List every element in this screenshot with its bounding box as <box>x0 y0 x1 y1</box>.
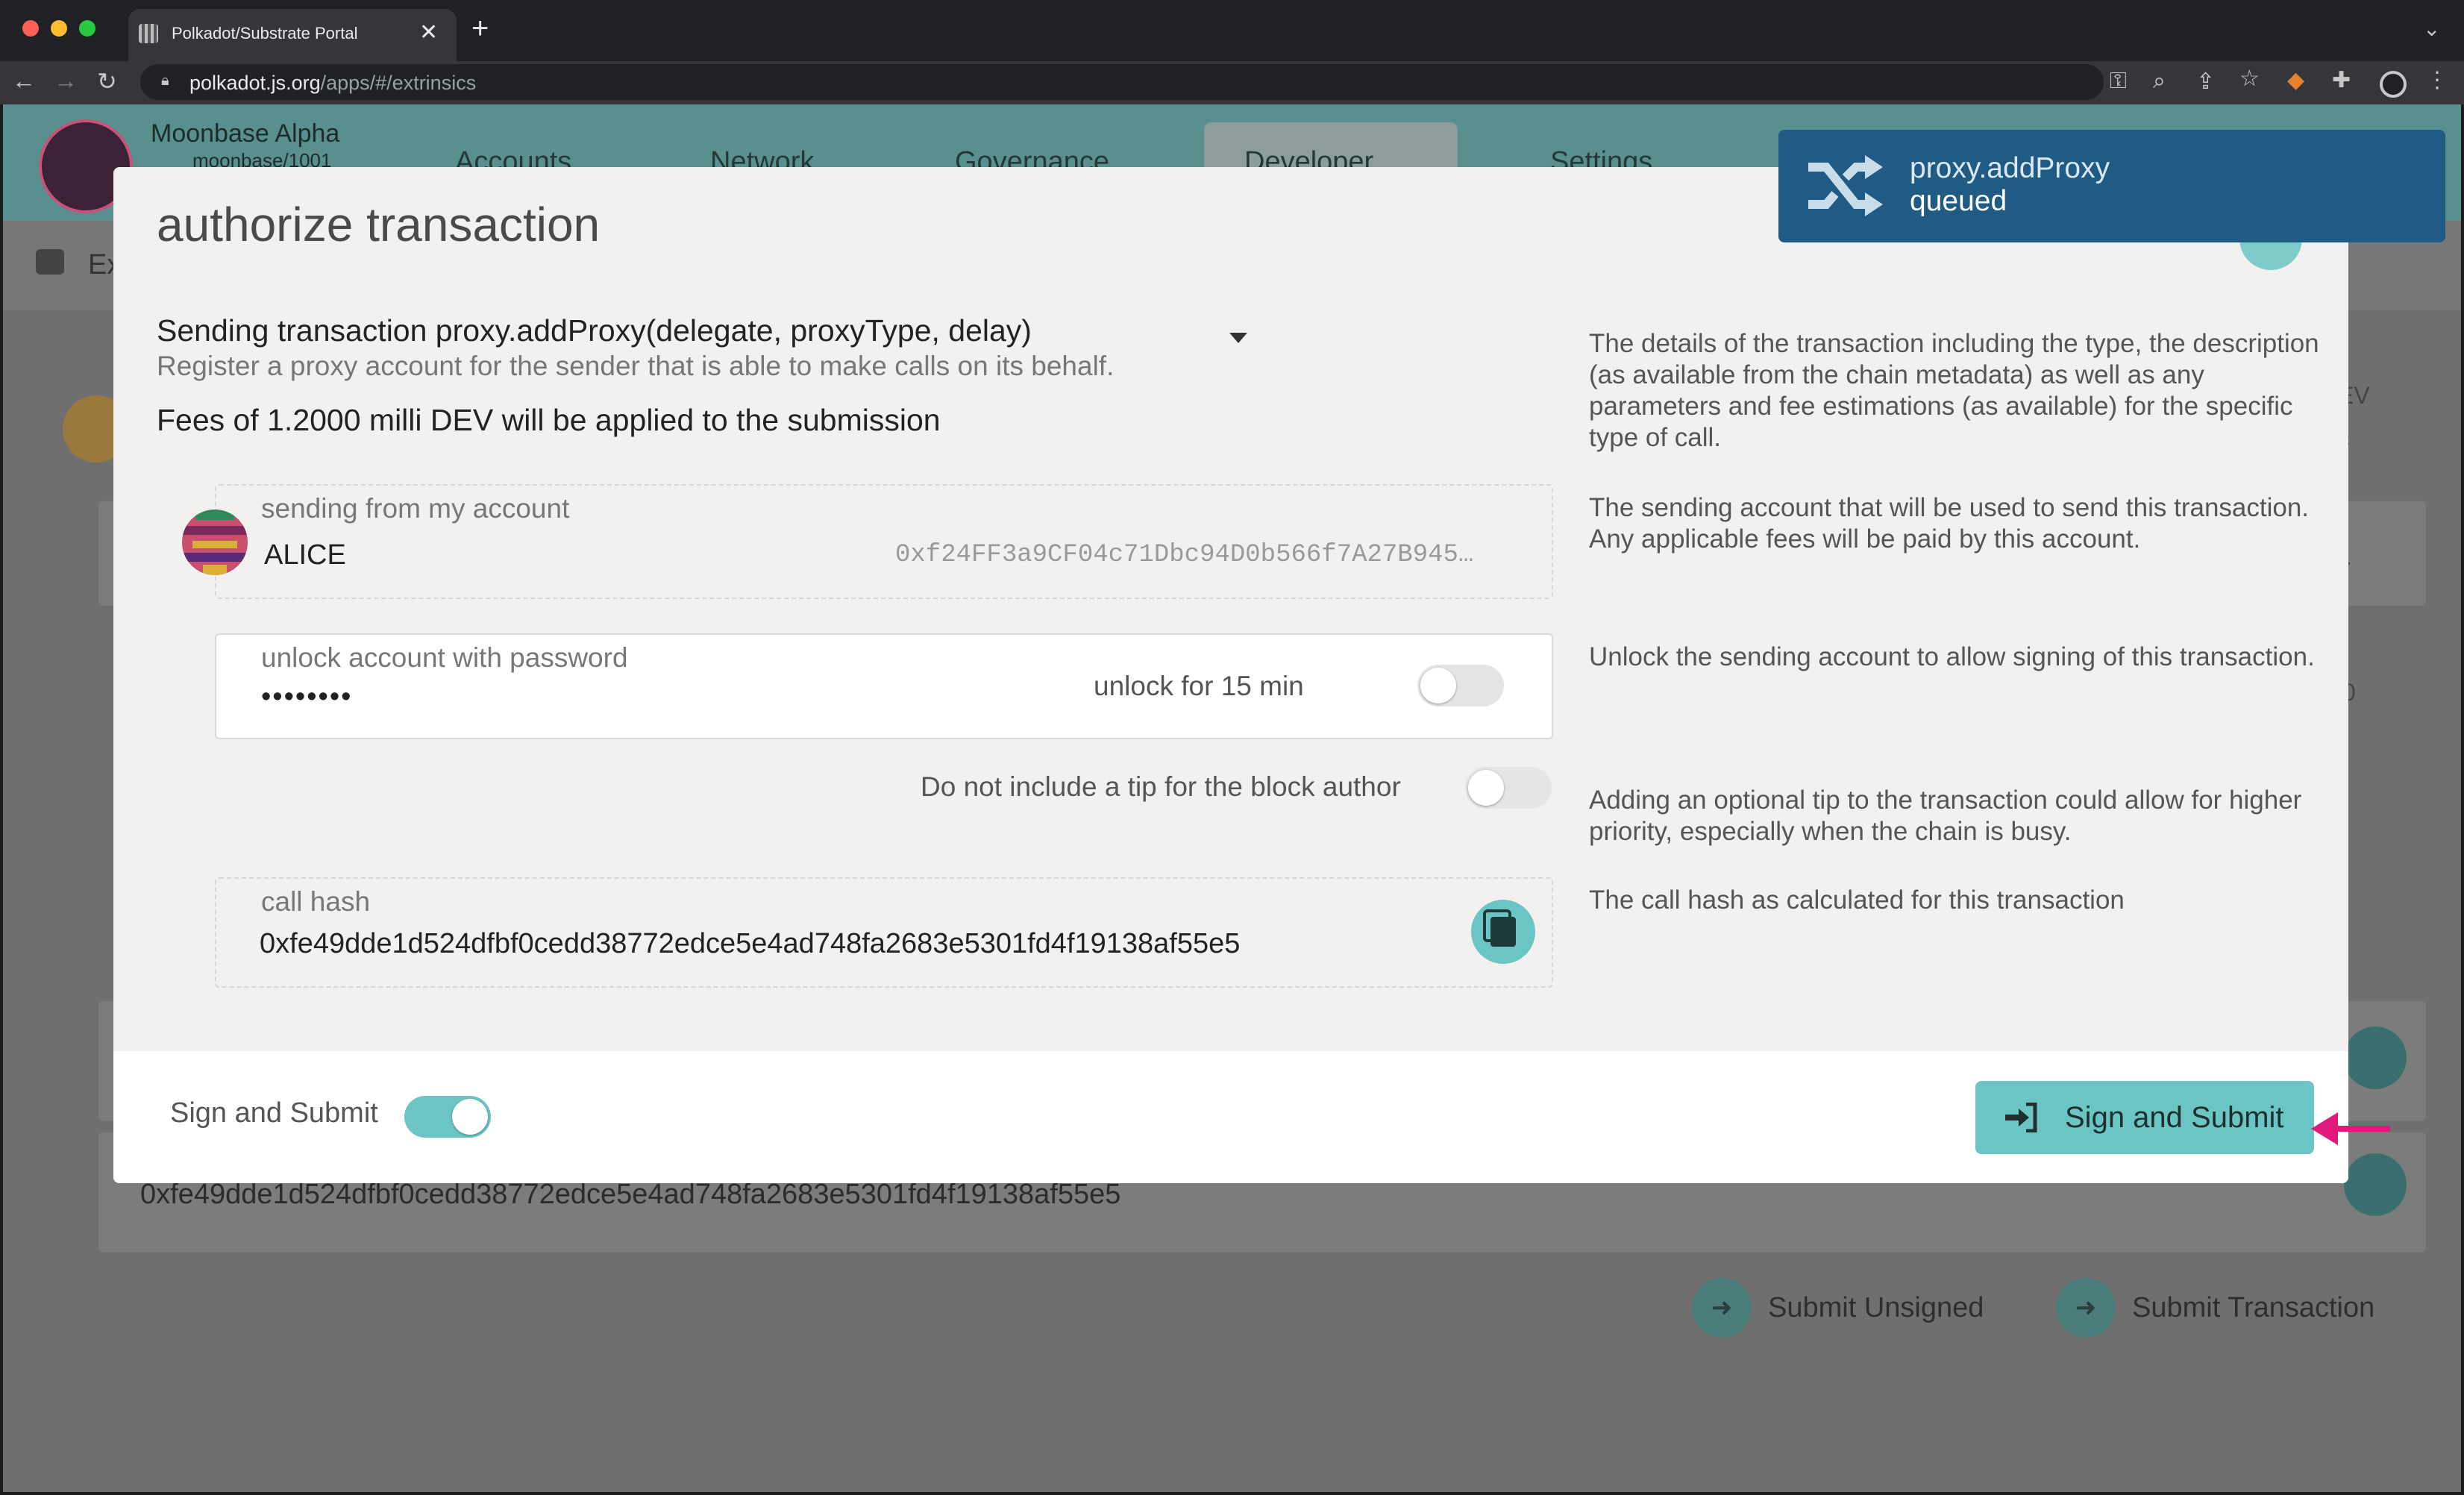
toast-status: queued <box>1910 185 2007 217</box>
submit-unsigned-label: Submit Unsigned <box>1768 1291 1984 1323</box>
call-hash-value: 0xfe49dde1d524dfbf0cedd38772edce5e4ad748… <box>260 928 1241 959</box>
submit-unsigned-button[interactable]: ➜ Submit Unsigned <box>1692 1274 1984 1341</box>
zoom-icon[interactable]: ⌕ <box>2153 69 2166 94</box>
password-input[interactable]: •••••••• <box>261 681 352 713</box>
key-icon[interactable]: ⚿ <box>2110 69 2127 94</box>
transaction-header[interactable]: Sending transaction proxy.addProxy(deleg… <box>157 313 1032 348</box>
metamask-icon[interactable]: ◆ <box>2287 67 2304 93</box>
sign-submit-toggle-label: Sign and Submit <box>170 1097 378 1129</box>
help-tip: Adding an optional tip to the transactio… <box>1589 786 2302 846</box>
account-name: ALICE <box>264 539 346 571</box>
notification-toast[interactable]: proxy.addProxy queued <box>1778 130 2445 242</box>
submit-transaction-label: Submit Transaction <box>2132 1291 2375 1323</box>
chain-name[interactable]: Moonbase Alpha <box>151 119 339 148</box>
tab-title: Polkadot/Substrate Portal <box>172 24 358 43</box>
unlock-label: unlock account with password <box>261 642 628 673</box>
bg-copy-icon[interactable] <box>2344 1153 2407 1216</box>
authorize-transaction-modal: authorize transaction Sending transactio… <box>113 167 2348 1183</box>
call-hash-field: call hash 0xfe49dde1d524dfbf0cedd38772ed… <box>215 877 1553 988</box>
browser-tab[interactable]: Polkadot/Substrate Portal ✕ <box>128 9 457 61</box>
shuffle-icon <box>1808 155 1883 216</box>
browser-toolbar: ← → ↻ 🔒︎ polkadot.js.org/apps/#/extrinsi… <box>0 61 2464 104</box>
unlock-duration-toggle[interactable] <box>1417 665 1504 706</box>
sign-and-submit-button[interactable]: Sign and Submit <box>1975 1081 2314 1154</box>
forward-icon[interactable]: → <box>54 67 78 95</box>
copy-call-hash-button[interactable] <box>1471 900 1535 964</box>
kebab-icon[interactable]: ⋮ <box>2426 67 2448 93</box>
account-address: 0xf24FF3a9CF04c71Dbc94D0b566f7A27B945… <box>895 541 1474 569</box>
bg-call-hash: 0xfe49dde1d524dfbf0cedd38772edce5e4ad748… <box>140 1179 1121 1210</box>
sign-in-icon: ➜ <box>2056 1278 2116 1338</box>
sign-in-icon: ➜ <box>1692 1278 1752 1338</box>
tip-toggle[interactable] <box>1465 767 1552 809</box>
close-window-dot[interactable] <box>22 20 39 37</box>
reload-icon[interactable]: ↻ <box>97 67 117 95</box>
copy-icon <box>1490 917 1516 947</box>
minimize-window-dot[interactable] <box>51 20 67 37</box>
zoom-window-dot[interactable] <box>79 20 95 37</box>
sign-and-submit-label: Sign and Submit <box>2065 1100 2284 1134</box>
submit-transaction-button[interactable]: ➜ Submit Transaction <box>2056 1274 2374 1341</box>
toggle-knob <box>1420 668 1456 703</box>
transaction-description: Register a proxy account for the sender … <box>157 351 1115 381</box>
puzzle-icon[interactable]: ✚ <box>2332 67 2351 93</box>
sign-submit-toggle[interactable] <box>404 1096 491 1138</box>
tab-search-chevron-icon[interactable]: ⌄ <box>2423 16 2440 41</box>
unlock-password-field[interactable]: unlock account with password •••••••• un… <box>215 633 1553 739</box>
tab-close-icon[interactable]: ✕ <box>419 19 438 46</box>
sending-account-field[interactable]: sending from my account ALICE 0xf24FF3a9… <box>182 484 1553 599</box>
toggle-knob <box>1468 770 1504 806</box>
new-tab-icon[interactable]: + <box>471 12 489 46</box>
help-call-hash: The call hash as calculated for this tra… <box>1589 886 2125 915</box>
star-icon[interactable]: ☆ <box>2239 66 2260 92</box>
url-text: polkadot.js.org/apps/#/extrinsics <box>189 72 477 94</box>
address-bar[interactable]: 🔒︎ polkadot.js.org/apps/#/extrinsics ⚿ ⌕… <box>140 64 2260 100</box>
bg-copy-icon[interactable] <box>2344 1027 2407 1089</box>
unlock-duration-label: unlock for 15 min <box>1094 671 1304 701</box>
help-unlock: Unlock the sending account to allow sign… <box>1589 642 2315 671</box>
tip-label: Do not include a tip for the block autho… <box>921 771 1401 802</box>
expand-caret-icon[interactable] <box>1229 333 1247 343</box>
annotation-arrow-icon <box>2311 1112 2390 1145</box>
browser-tab-bar: Polkadot/Substrate Portal ✕ + ⌄ <box>0 0 2464 61</box>
profile-icon[interactable] <box>2380 71 2407 98</box>
back-icon[interactable]: ← <box>12 67 36 95</box>
extrinsics-icon <box>36 249 64 275</box>
account-avatar <box>182 510 248 575</box>
help-transaction: The details of the transaction including… <box>1589 329 2319 452</box>
fees-info: Fees of 1.2000 milli DEV will be applied… <box>157 403 941 437</box>
modal-title: authorize transaction <box>157 198 601 251</box>
share-icon[interactable]: ⇪ <box>2196 69 2215 95</box>
sign-in-icon <box>2005 1103 2037 1132</box>
help-account: The sending account that will be used to… <box>1589 493 2310 554</box>
call-hash-label: call hash <box>261 886 371 917</box>
lock-icon[interactable]: 🔒︎ <box>161 72 169 90</box>
toast-title: proxy.addProxy <box>1910 152 2110 184</box>
sending-account-label: sending from my account <box>261 493 570 524</box>
toggle-knob <box>452 1099 488 1135</box>
favicon-icon <box>139 24 158 43</box>
